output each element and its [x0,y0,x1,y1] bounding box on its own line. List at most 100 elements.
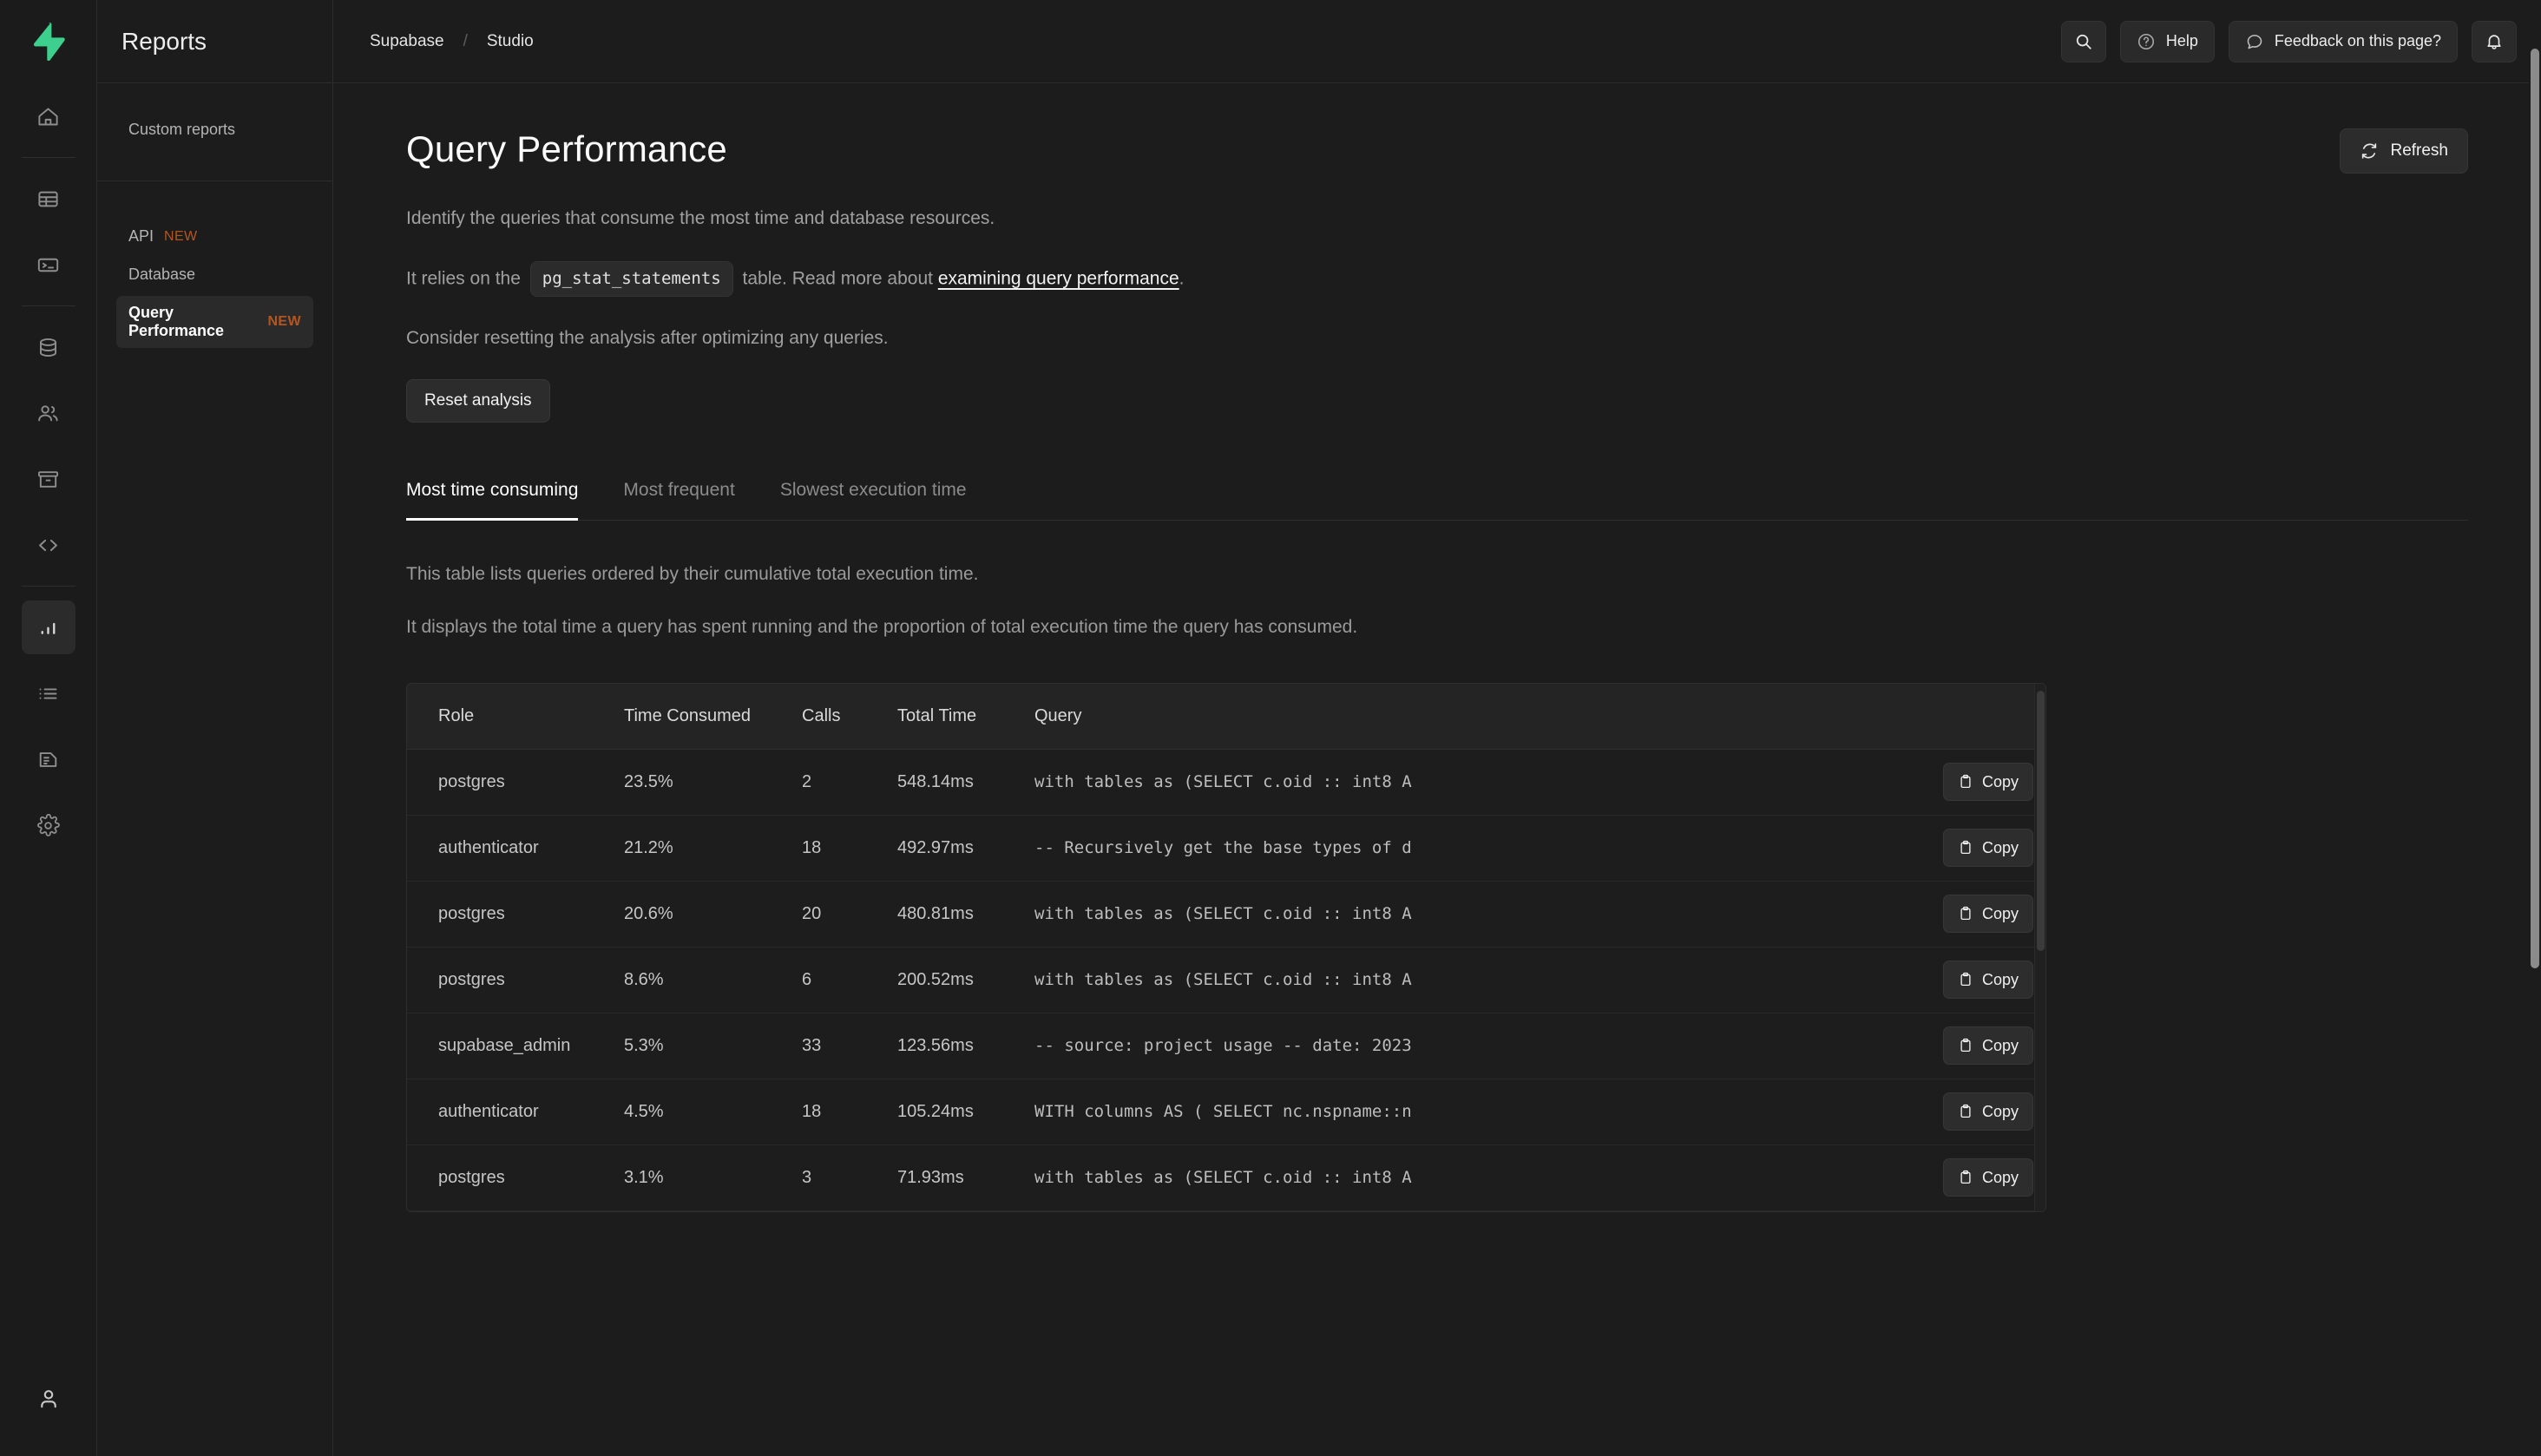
cell-calls: 20 [802,881,897,947]
tab-slowest-execution-time[interactable]: Slowest execution time [758,480,989,520]
sidebar-item-api[interactable]: API NEW [116,220,313,253]
cell-role: postgres [407,1144,624,1210]
sidebar-item-table-editor[interactable] [22,172,76,226]
breadcrumb-organization[interactable]: Supabase [370,32,444,51]
cell-time-consumed: 3.1% [624,1144,802,1210]
bell-icon [2485,32,2504,51]
column-header-calls[interactable]: Calls [802,684,897,750]
copy-button[interactable]: Copy [1943,763,2033,801]
column-header-role[interactable]: Role [407,684,624,750]
cell-query: with tables as (SELECT c.oid :: int8 A C… [1034,947,2045,1013]
refresh-label: Refresh [2390,141,2448,161]
cell-time-consumed: 23.5% [624,749,802,815]
copy-button[interactable]: Copy [1943,1026,2033,1065]
copy-button[interactable]: Copy [1943,829,2033,867]
query-text: -- source: project usage -- date: 2023 [1034,1036,1590,1055]
copy-button[interactable]: Copy [1943,1158,2033,1197]
table-row[interactable]: authenticator 21.2% 18 492.97ms -- Recur… [407,815,2045,881]
cell-time-consumed: 20.6% [624,881,802,947]
table-row[interactable]: postgres 20.6% 20 480.81ms with tables a… [407,881,2045,947]
help-label: Help [2166,32,2198,50]
help-circle-icon [2137,32,2156,51]
refresh-button[interactable]: Refresh [2340,128,2468,174]
reports-sidebar: Reports Custom reports API NEW Database … [97,0,333,1456]
table-row[interactable]: postgres 23.5% 2 548.14ms with tables as… [407,749,2045,815]
breadcrumb-project[interactable]: Studio [487,32,534,51]
sidebar-item-authentication[interactable] [22,386,76,440]
copy-button[interactable]: Copy [1943,1092,2033,1131]
copy-label: Copy [1982,1169,2019,1187]
cell-total-time: 480.81ms [897,881,1034,947]
main-area: Supabase / Studio Help [333,0,2541,1456]
sidebar-item-docs[interactable] [22,732,76,786]
cell-total-time: 71.93ms [897,1144,1034,1210]
cell-query: -- Recursively get the base types of d C… [1034,815,2045,881]
sidebar-item-database[interactable]: Database [116,258,313,292]
search-button[interactable] [2061,21,2106,62]
cell-query: WITH columns AS ( SELECT nc.nspname::n C… [1034,1079,2045,1144]
table-body: postgres 23.5% 2 548.14ms with tables as… [407,749,2045,1210]
cell-query: with tables as (SELECT c.oid :: int8 A C… [1034,749,2045,815]
notifications-button[interactable] [2472,21,2517,62]
clipboard-icon [1958,906,1973,921]
cell-query: with tables as (SELECT c.oid :: int8 A C… [1034,1144,2045,1210]
tab-most-time-consuming[interactable]: Most time consuming [406,480,601,520]
chat-bubble-icon [2245,32,2264,51]
sidebar-item-storage[interactable] [22,452,76,506]
cell-query: -- source: project usage -- date: 2023 C… [1034,1013,2045,1079]
sidebar-item-logs[interactable] [22,666,76,720]
table-vertical-scrollbar[interactable] [2034,684,2045,1211]
table-row[interactable]: postgres 3.1% 3 71.93ms with tables as (… [407,1144,2045,1210]
rail-bottom [0,1366,96,1432]
query-text: with tables as (SELECT c.oid :: int8 A [1034,904,1590,923]
search-icon [2074,32,2093,51]
table-row[interactable]: authenticator 4.5% 18 105.24ms WITH colu… [407,1079,2045,1144]
table-row[interactable]: postgres 8.6% 6 200.52ms with tables as … [407,947,2045,1013]
sidebar-item-settings[interactable] [22,798,76,852]
supabase-logo[interactable] [0,0,96,83]
table-row[interactable]: supabase_admin 5.3% 33 123.56ms -- sourc… [407,1013,2045,1079]
sidebar-item-home[interactable] [22,89,76,143]
clipboard-icon [1958,1104,1973,1119]
badge-new-query-performance: NEW [267,314,301,330]
reset-analysis-button[interactable]: Reset analysis [406,379,550,423]
sidebar-item-database[interactable] [22,320,76,374]
feedback-button[interactable]: Feedback on this page? [2229,21,2458,62]
copy-button[interactable]: Copy [1943,895,2033,933]
page-scrollbar-thumb[interactable] [2531,49,2539,968]
sidebar-item-reports[interactable] [22,600,76,654]
sidebar-item-custom-reports[interactable]: Custom reports [116,113,313,147]
sidebar-item-label: Custom reports [128,121,235,139]
help-button[interactable]: Help [2120,21,2215,62]
cell-total-time: 492.97ms [897,815,1034,881]
sidebar-item-label: Database [128,266,195,284]
table-scrollbar-thumb[interactable] [2037,691,2045,951]
column-header-time-consumed[interactable]: Time Consumed [624,684,802,750]
cell-time-consumed: 4.5% [624,1079,802,1144]
sidebar-item-api[interactable] [22,518,76,572]
query-text: WITH columns AS ( SELECT nc.nspname::n [1034,1102,1590,1121]
rail-divider-1 [22,157,76,158]
sidebar-item-sql-editor[interactable] [22,238,76,292]
column-header-query[interactable]: Query [1034,684,2045,750]
page-header: Query Performance Refresh [406,128,2468,174]
copy-button[interactable]: Copy [1943,961,2033,999]
column-header-total-time[interactable]: Total Time [897,684,1034,750]
page-vertical-scrollbar[interactable] [2529,0,2541,1456]
cell-calls: 6 [802,947,897,1013]
query-text: with tables as (SELECT c.oid :: int8 A [1034,970,1590,989]
clipboard-icon [1958,1170,1973,1185]
report-tabs: Most time consuming Most frequent Slowes… [406,480,2468,521]
account-user-icon[interactable] [22,1372,76,1426]
examining-query-performance-link[interactable]: examining query performance [938,268,1179,288]
tab-most-frequent[interactable]: Most frequent [601,480,757,520]
sidebar-item-query-performance[interactable]: Query Performance NEW [116,296,313,348]
cell-role: postgres [407,947,624,1013]
app-root: Reports Custom reports API NEW Database … [0,0,2541,1456]
top-bar: Supabase / Studio Help [333,0,2541,83]
relies-middle: table. Read more about [743,268,933,288]
cell-total-time: 200.52ms [897,947,1034,1013]
badge-new-api: NEW [164,229,198,245]
table-header-row: Role Time Consumed Calls Total Time Quer… [407,684,2045,750]
page-title: Query Performance [406,128,727,170]
